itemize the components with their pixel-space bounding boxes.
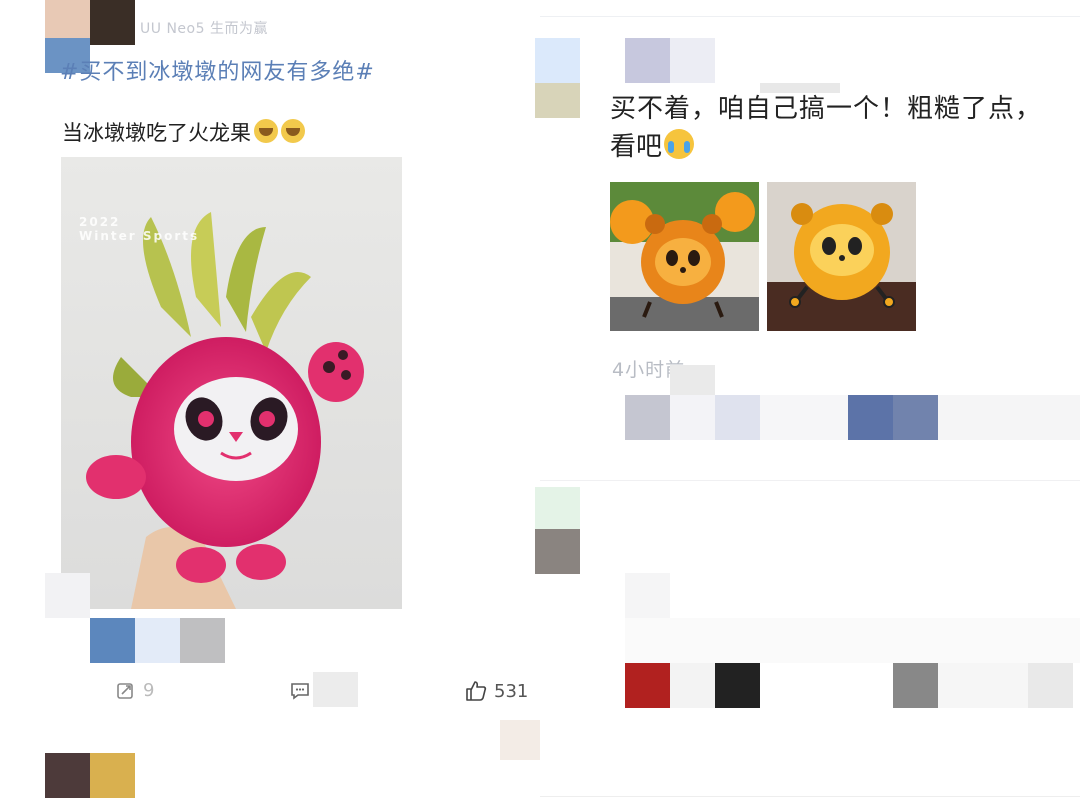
- mosaic-pixel: [715, 663, 760, 708]
- divider: [540, 480, 1080, 481]
- avatar-pixel: [45, 753, 90, 798]
- username-mosaic-pixel: [670, 38, 715, 83]
- reply-text-line1: 买不着，咱自己搞一个！粗糙了点，: [610, 94, 1043, 124]
- orange-panda-illustration: [767, 203, 916, 331]
- mosaic-pixel: [848, 395, 893, 440]
- dog-face-emoji-icon: [281, 119, 305, 143]
- post-text: 当冰墩墩吃了火龙果: [62, 117, 305, 147]
- like-count: 531: [494, 680, 529, 702]
- dragon-fruit-panda-photo[interactable]: 2022 Winter Sports: [61, 157, 402, 609]
- mosaic-pixel: [45, 573, 90, 618]
- repost-icon: [117, 682, 133, 699]
- divider: [540, 796, 1080, 797]
- topic-hashtag-link[interactable]: #买不到冰墩墩的网友有多绝#: [60, 54, 375, 86]
- avatar[interactable]: [535, 38, 580, 83]
- repost-count: 9: [143, 680, 155, 701]
- watermark-text: Winter Sports: [79, 229, 200, 243]
- left-post: UU Neo5 生而为赢 #买不到冰墩墩的网友有多绝# 当冰墩墩吃了火龙果 20…: [0, 0, 540, 798]
- like-button[interactable]: 531: [465, 680, 528, 702]
- mosaic-pixel: [625, 573, 670, 618]
- mosaic-pixel: [715, 395, 760, 440]
- mosaic-pixel: [135, 618, 180, 663]
- divider: [540, 16, 1080, 17]
- mosaic-pixel: [625, 663, 670, 708]
- mosaic-pixel: [1028, 663, 1073, 708]
- avatar-pixel: [90, 753, 135, 798]
- avatar-pixel: [535, 83, 580, 118]
- device-source-label: UU Neo5 生而为赢: [140, 21, 268, 37]
- username-mosaic-pixel: [625, 38, 670, 83]
- avatar-pixel: [90, 0, 135, 45]
- mosaic-pixel: [670, 365, 715, 395]
- mosaic-pixel: [670, 663, 715, 708]
- mosaic-pixel: [760, 395, 848, 440]
- comment-icon: [291, 682, 309, 700]
- post-text-content: 当冰墩墩吃了火龙果: [62, 121, 251, 145]
- reply-text-line2: 看吧: [610, 128, 695, 166]
- mosaic-pixel: [938, 663, 1028, 708]
- photo-watermark: 2022 Winter Sports: [79, 215, 199, 243]
- mosaic-pixel: [670, 395, 715, 440]
- watermark-year: 2022: [79, 215, 121, 229]
- dog-face-emoji-icon: [254, 119, 278, 143]
- post-action-bar: 9 33 531: [0, 672, 540, 712]
- mosaic-pixel: [938, 395, 1080, 440]
- mosaic-pixel: [90, 618, 135, 663]
- orange-panda-illustration: [610, 182, 759, 331]
- thumbs-up-icon: [466, 681, 487, 701]
- mosaic-pixel: [893, 663, 938, 708]
- orange-panda-photo-thumbnail-1[interactable]: [610, 182, 759, 331]
- mosaic-pixel: [625, 395, 670, 440]
- avatar[interactable]: [535, 487, 580, 532]
- reply-text-content: 看吧: [610, 132, 663, 162]
- sticker-thumbnail[interactable]: [500, 720, 540, 760]
- mosaic-pixel: [893, 395, 938, 440]
- mosaic-pixel: [313, 672, 358, 707]
- crying-face-emoji-icon: [664, 129, 695, 159]
- mosaic-pixel: [180, 618, 225, 663]
- repost-button[interactable]: 9: [116, 680, 154, 701]
- mosaic-pixel: [625, 618, 1080, 663]
- orange-panda-photo-thumbnail-2[interactable]: [767, 182, 916, 331]
- avatar-pixel: [535, 529, 580, 574]
